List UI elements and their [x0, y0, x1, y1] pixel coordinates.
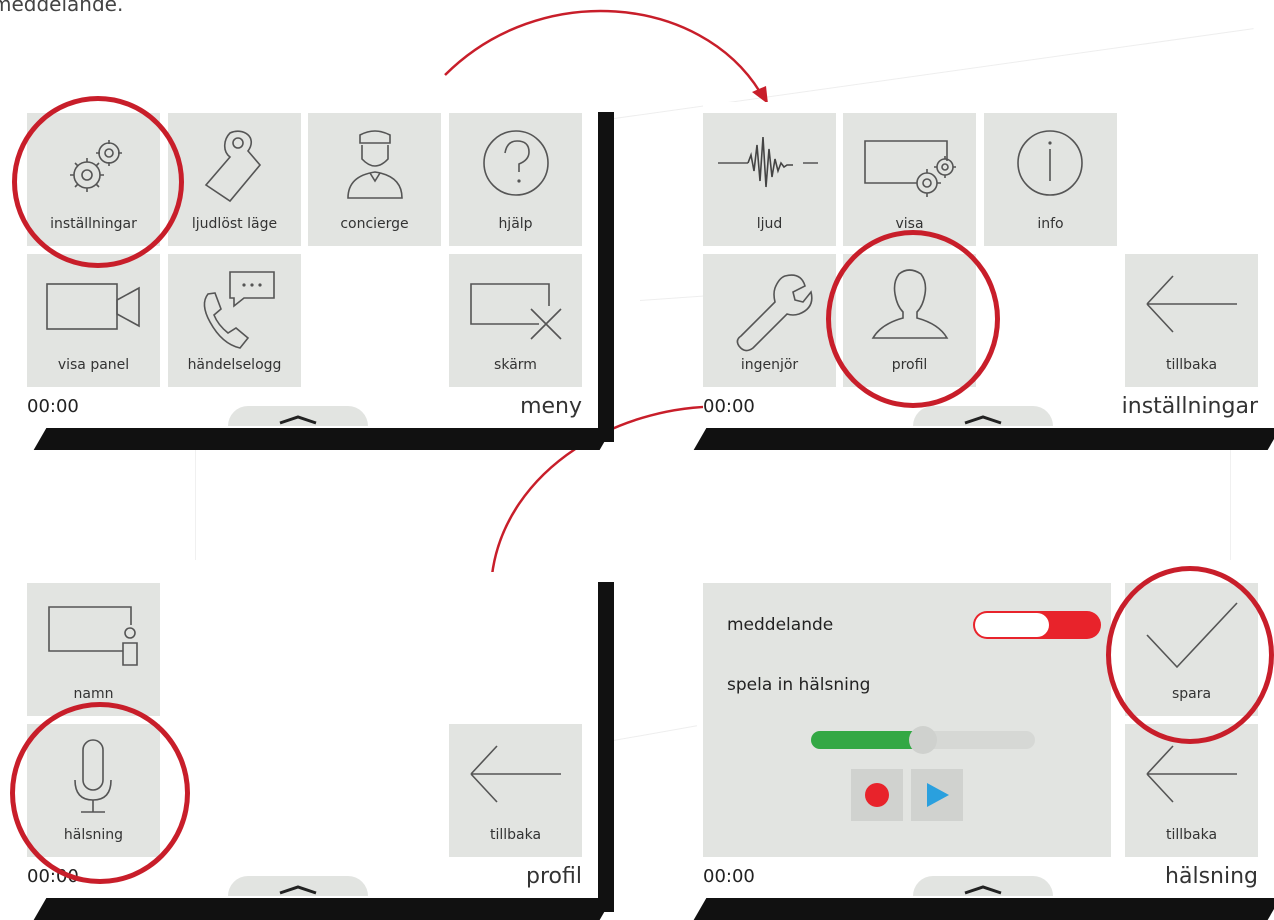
tile-label: visa panel: [57, 357, 130, 373]
info-icon: [1017, 130, 1083, 196]
tile-label: namn: [73, 686, 114, 702]
record-button[interactable]: [851, 769, 903, 821]
slider-knob[interactable]: [909, 726, 937, 754]
tile-label: ingenjör: [740, 357, 799, 373]
pull-up-tab[interactable]: [913, 406, 1053, 426]
pull-up-tab[interactable]: [228, 876, 368, 896]
tile-namn[interactable]: namn: [27, 583, 160, 716]
screen-title: hälsning: [1165, 864, 1258, 889]
screen-title: profil: [526, 864, 582, 889]
door-hanger-icon: [204, 130, 262, 203]
tile-label: tillbaka: [489, 827, 542, 843]
chevron-up-icon: [964, 415, 1002, 425]
message-toggle[interactable]: [973, 611, 1101, 639]
screen-title: inställningar: [1121, 394, 1258, 419]
tile-info[interactable]: info: [984, 113, 1117, 246]
panel-shadow: [33, 898, 613, 920]
record-icon: [865, 783, 889, 807]
settings-screen: ljud visa info ingenjör profil tillbaka …: [703, 102, 1274, 428]
play-icon: [927, 783, 949, 807]
name-display-icon: [48, 606, 138, 666]
back-arrow-icon: [470, 745, 561, 803]
video-camera-icon: [46, 283, 140, 330]
playback-progress: [811, 731, 923, 749]
chevron-up-icon: [279, 885, 317, 895]
panel-shadow: [596, 112, 614, 442]
tile-ingenjor[interactable]: ingenjör: [703, 254, 836, 387]
highlight-circle: [826, 230, 1000, 408]
tile-handelselogg[interactable]: händelselogg: [168, 254, 301, 387]
tile-label: tillbaka: [1165, 827, 1218, 843]
chevron-up-icon: [279, 415, 317, 425]
panel-shadow: [596, 582, 614, 912]
toggle-knob: [975, 613, 1049, 637]
clock: 00:00: [703, 396, 755, 417]
tile-visa[interactable]: visa: [843, 113, 976, 246]
tile-hjalp[interactable]: hjälp: [449, 113, 582, 246]
clock: 00:00: [703, 866, 755, 887]
greeting-settings-area: meddelande spela in hälsning: [703, 583, 1111, 857]
tile-tillbaka[interactable]: tillbaka: [449, 724, 582, 857]
highlight-circle: [10, 702, 190, 884]
concierge-icon: [347, 130, 403, 199]
clock: 00:00: [27, 396, 79, 417]
question-icon: [483, 130, 549, 196]
back-arrow-icon: [1146, 275, 1237, 333]
tile-label: händelselogg: [187, 357, 282, 373]
play-button[interactable]: [911, 769, 963, 821]
tile-label: ljud: [756, 216, 783, 232]
flow-arrow-menu-to-settings: [444, 9, 762, 93]
display-gears-icon: [864, 140, 956, 197]
tile-label: info: [1037, 216, 1064, 232]
pull-up-tab[interactable]: [228, 406, 368, 426]
record-greeting-label: spela in hälsning: [727, 675, 871, 695]
wrench-icon: [736, 274, 813, 352]
tile-tillbaka[interactable]: tillbaka: [1125, 254, 1258, 387]
waveform-icon: [718, 136, 818, 188]
panel-shadow: [693, 428, 1274, 450]
phone-message-icon: [203, 271, 275, 349]
tile-label: concierge: [340, 216, 409, 232]
highlight-circle: [12, 96, 184, 268]
tile-skarm[interactable]: skärm: [449, 254, 582, 387]
highlight-circle: [1106, 566, 1274, 744]
chevron-up-icon: [964, 885, 1002, 895]
tile-ljud[interactable]: ljud: [703, 113, 836, 246]
message-label: meddelande: [727, 615, 834, 635]
panel-shadow: [33, 428, 613, 450]
tile-ljudlost-lage[interactable]: ljudlöst läge: [168, 113, 301, 246]
pull-up-tab[interactable]: [913, 876, 1053, 896]
tile-label: ljudlöst läge: [191, 216, 278, 232]
tile-visa-panel[interactable]: visa panel: [27, 254, 160, 387]
tile-label: hjälp: [498, 216, 533, 232]
tile-concierge[interactable]: concierge: [308, 113, 441, 246]
tile-label: skärm: [494, 357, 537, 373]
screen-title: meny: [520, 394, 582, 419]
panel-shadow: [693, 898, 1274, 920]
tile-label: tillbaka: [1165, 357, 1218, 373]
screen-off-icon: [470, 283, 562, 340]
